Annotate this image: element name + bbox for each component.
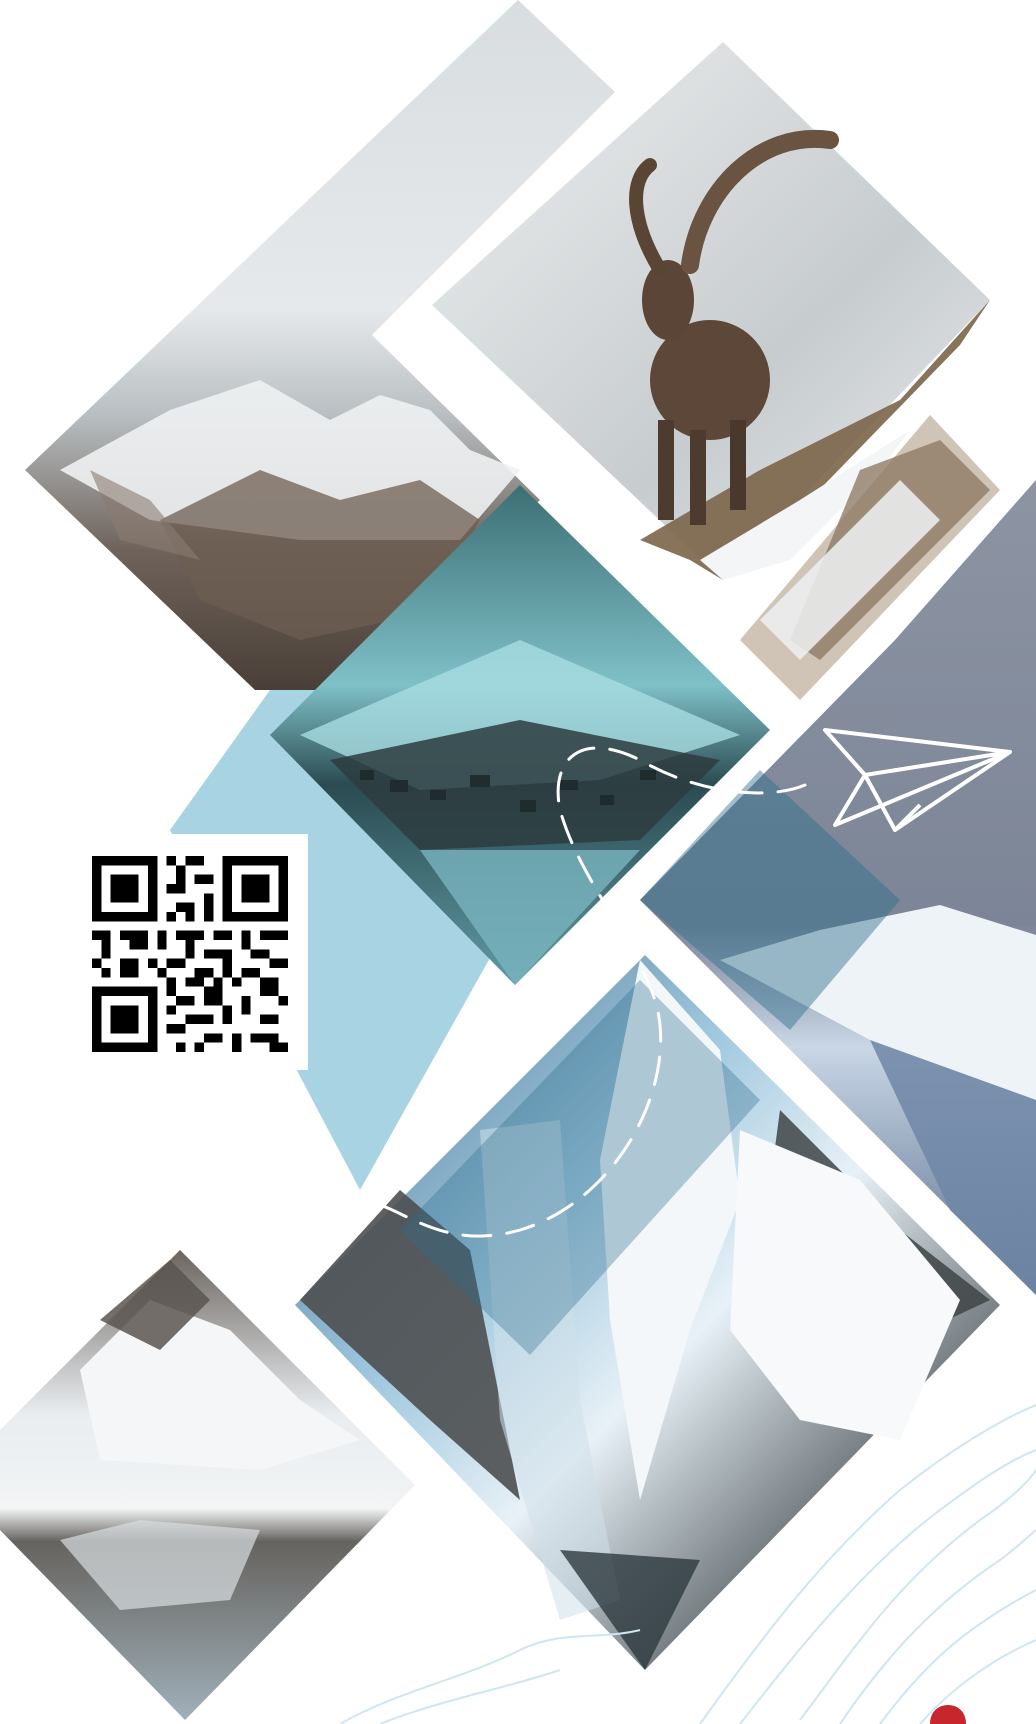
qr-code-card[interactable] — [84, 834, 308, 1070]
qr-code[interactable] — [92, 856, 288, 1052]
